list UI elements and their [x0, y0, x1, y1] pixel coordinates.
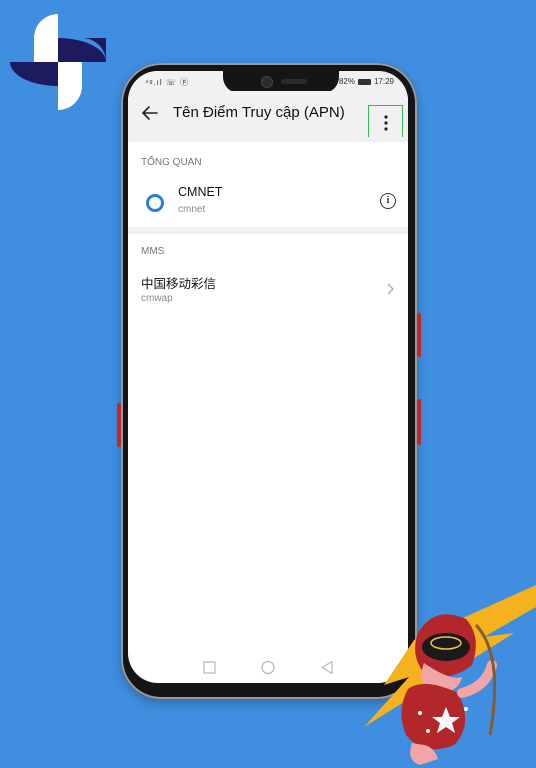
power-button: [417, 399, 421, 445]
back-arrow-icon[interactable]: [140, 103, 160, 123]
apn-name: CMNET: [178, 185, 223, 199]
camera-notch: [223, 71, 339, 93]
mascot-illustration: [364, 585, 536, 765]
section-header-mms: MMS: [141, 246, 165, 257]
recents-icon: [203, 661, 216, 674]
section-separator: [128, 137, 408, 142]
back-nav-icon: [321, 660, 333, 675]
brand-logo: [10, 14, 106, 110]
signal-icons: ⁴ᵍ.ıl ☏ ⓟ: [145, 78, 190, 87]
battery-icon: [357, 78, 371, 85]
speaker-icon: [281, 79, 307, 84]
front-camera-icon: [261, 76, 273, 88]
section-header-overview: TỔNG QUAN: [141, 157, 202, 168]
app-toolbar: Tên Điểm Truy cập (APN): [128, 91, 408, 137]
selected-radio-icon[interactable]: [146, 194, 164, 212]
apn-value: cmnet: [178, 204, 206, 215]
side-key: [117, 403, 121, 447]
more-vert-icon: [383, 115, 388, 131]
more-options-button[interactable]: [368, 105, 403, 141]
clock: 17:29: [373, 77, 394, 86]
home-icon: [261, 660, 275, 675]
battery-percent: 82%: [338, 77, 355, 86]
volume-button: [417, 313, 421, 357]
info-icon[interactable]: i: [380, 193, 396, 209]
section-separator: [128, 227, 408, 234]
apn-value: cmwap: [141, 293, 173, 304]
chevron-right-icon: [387, 283, 394, 295]
page-title: Tên Điểm Truy cập (APN): [173, 104, 345, 121]
apn-name: 中国移动彩信: [141, 277, 217, 291]
